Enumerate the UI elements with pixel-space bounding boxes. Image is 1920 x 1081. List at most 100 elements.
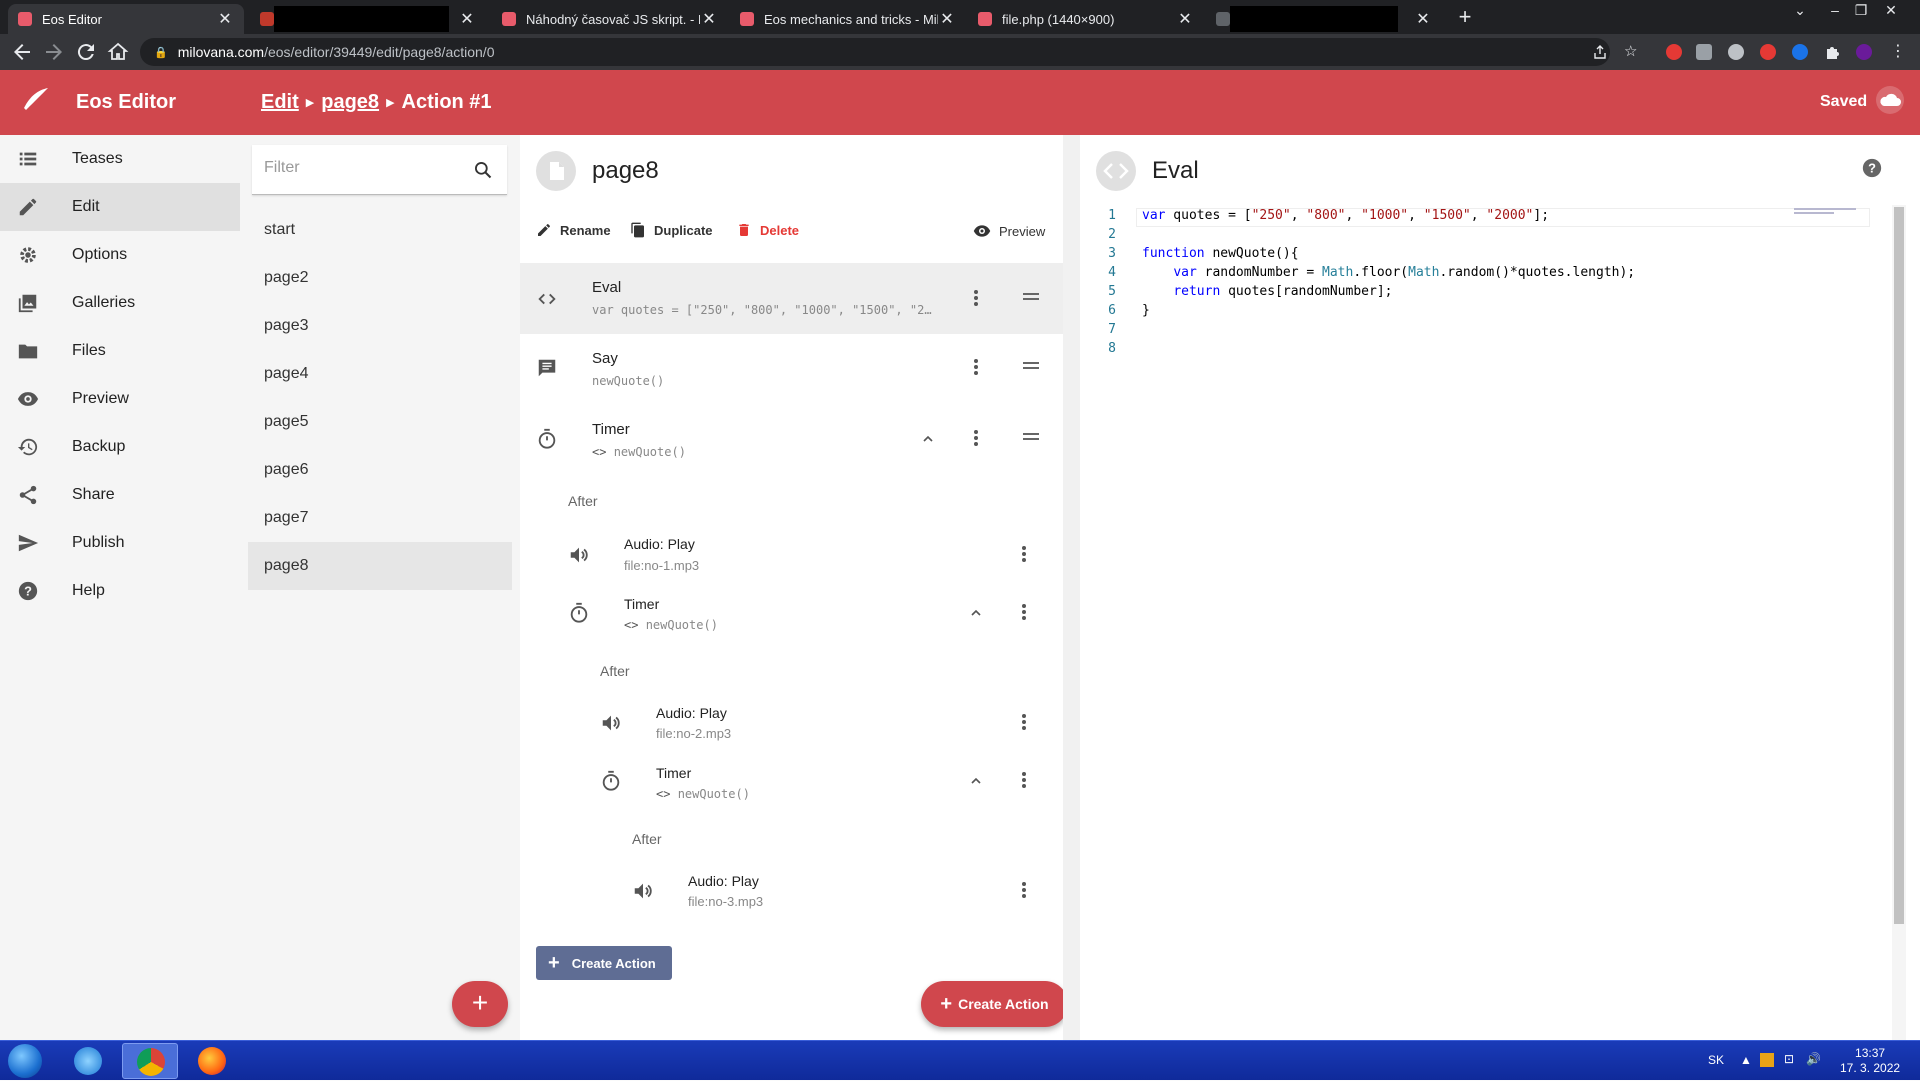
nav-item-options[interactable]: Options [0,231,240,279]
taskbar-firefox[interactable] [184,1043,240,1079]
code-editor[interactable]: 1 var quotes = ["250", "800", "1000", "15… [1100,208,1870,360]
volume-icon[interactable]: 🔊 [1806,1052,1821,1066]
action-item-timer-nested-2[interactable]: Timer <> newQuote() [520,752,1063,812]
more-vert-icon[interactable] [973,288,979,308]
nav-item-help[interactable]: ? Help [0,567,240,615]
create-action-button[interactable]: + Create Action [536,946,672,980]
page-item-start[interactable]: start [248,206,512,254]
page-item-page6[interactable]: page6 [248,446,512,494]
more-vert-icon[interactable] [973,357,979,377]
more-vert-icon[interactable] [1021,880,1027,900]
action-item-audio-play-2[interactable]: Audio: Play file:no-2.mp3 [520,692,1063,752]
action-item-say[interactable]: Say newQuote() [520,334,1063,405]
share-page-icon[interactable] [1592,44,1608,60]
code-line[interactable]: 1 var quotes = ["250", "800", "1000", "15… [1100,208,1870,227]
nav-item-files[interactable]: Files [0,327,240,375]
extension-icon[interactable] [1728,44,1744,60]
chevron-up-icon[interactable] [968,605,984,621]
eos-logo-icon[interactable] [20,84,50,114]
nav-item-publish[interactable]: Publish [0,519,240,567]
code-line[interactable]: 8 [1100,341,1870,360]
more-vert-icon[interactable] [973,428,979,448]
drag-handle-icon[interactable] [1023,290,1039,303]
chevron-up-icon[interactable] [968,773,984,789]
close-tab-icon[interactable]: ✕ [1176,9,1194,29]
extension-icon[interactable] [1696,44,1712,60]
nav-item-backup[interactable]: Backup [0,423,240,471]
page-item-page8[interactable]: page8 [248,542,512,590]
actions-scrollbar[interactable] [1063,135,1080,1040]
code-minimap[interactable] [1794,208,1856,218]
code-line[interactable]: 6} [1100,303,1870,322]
network-icon[interactable]: ⊡ [1784,1052,1794,1066]
close-tab-icon[interactable]: ✕ [1414,9,1432,29]
drag-handle-icon[interactable] [1023,359,1039,372]
breadcrumb-page[interactable]: page8 [321,91,379,114]
search-icon[interactable] [473,160,493,180]
action-item-eval[interactable]: Eval var quotes = ["250", "800", "1000",… [520,263,1063,334]
forward-icon[interactable] [42,40,66,64]
more-vert-icon[interactable] [1021,602,1027,622]
reload-icon[interactable] [74,40,98,64]
close-tab-icon[interactable]: ✕ [938,9,956,29]
start-button[interactable] [8,1044,42,1078]
browser-tab-redacted-2[interactable]: ✕ [1206,4,1442,34]
tab-search-icon[interactable]: ⌄ [1785,2,1815,22]
add-page-button[interactable]: + [452,981,508,1027]
nav-item-edit[interactable]: Edit [0,183,240,231]
close-tab-icon[interactable]: ✕ [216,9,234,29]
more-vert-icon[interactable] [1021,712,1027,732]
browser-menu-icon[interactable]: ⋮ [1890,44,1906,60]
taskbar-chrome[interactable] [122,1043,178,1079]
browser-tab-casovac[interactable]: Náhodný časovač JS skript. - Milo ✕ [492,4,728,34]
bookmark-star-icon[interactable]: ☆ [1624,44,1640,60]
back-icon[interactable] [10,40,34,64]
nav-item-teases[interactable]: Teases [0,135,240,183]
more-vert-icon[interactable] [1021,770,1027,790]
page-item-page4[interactable]: page4 [248,350,512,398]
duplicate-button[interactable]: Duplicate [630,222,713,238]
chevron-up-icon[interactable] [920,431,936,447]
extension-icon[interactable] [1760,44,1776,60]
nav-item-galleries[interactable]: Galleries [0,279,240,327]
clock[interactable]: 13:37 17. 3. 2022 [1840,1046,1900,1076]
tray-app-icon[interactable] [1760,1053,1774,1067]
browser-tab-redacted[interactable]: ✕ [250,4,486,34]
page-item-page2[interactable]: page2 [248,254,512,302]
browser-tab-eos-mechanics[interactable]: Eos mechanics and tricks - Milova ✕ [730,4,966,34]
nav-item-preview[interactable]: Preview [0,375,240,423]
action-item-audio-play-3[interactable]: Audio: Play file:no-3.mp3 [520,860,1063,920]
scrollbar-thumb[interactable] [1894,207,1904,924]
extensions-puzzle-icon[interactable] [1824,44,1840,60]
page-item-page5[interactable]: page5 [248,398,512,446]
more-vert-icon[interactable] [1021,544,1027,564]
browser-tab-file-php[interactable]: file.php (1440×900) ✕ [968,4,1204,34]
profile-avatar-icon[interactable] [1856,44,1872,60]
drag-handle-icon[interactable] [1023,430,1039,443]
delete-button[interactable]: Delete [736,222,799,238]
code-line[interactable]: 7 [1100,322,1870,341]
language-indicator[interactable]: SK [1708,1053,1724,1067]
page-item-page7[interactable]: page7 [248,494,512,542]
code-line[interactable]: 2 [1100,227,1870,246]
code-line[interactable]: 3 function newQuote(){ [1100,246,1870,265]
rename-button[interactable]: Rename [536,222,611,238]
restore-icon[interactable]: ❐ [1846,2,1876,22]
address-bar[interactable]: 🔒 milovana.com/eos/editor/39449/edit/pag… [140,38,1610,66]
create-action-fab[interactable]: + Create Action [921,981,1068,1027]
close-tab-icon[interactable]: ✕ [700,9,718,29]
taskbar-internet-explorer[interactable] [60,1043,116,1079]
adblock-icon[interactable] [1666,44,1682,60]
new-tab-button[interactable]: + [1452,5,1478,31]
code-line[interactable]: 4 var randomNumber = Math.floor(Math.ran… [1100,265,1870,284]
action-item-audio-play-1[interactable]: Audio: Play file:no-1.mp3 [520,523,1063,583]
vpn-extension-icon[interactable] [1792,44,1808,60]
editor-scrollbar[interactable] [1892,205,1906,1040]
nav-item-share[interactable]: Share [0,471,240,519]
code-line[interactable]: 5 return quotes[randomNumber]; [1100,284,1870,303]
show-hidden-icons[interactable]: ▲ [1740,1053,1752,1067]
breadcrumb-edit[interactable]: Edit [261,91,299,114]
help-icon[interactable]: ? [1861,157,1883,179]
preview-button[interactable]: Preview [973,222,1045,240]
action-item-timer[interactable]: Timer <> newQuote() [520,405,1063,476]
